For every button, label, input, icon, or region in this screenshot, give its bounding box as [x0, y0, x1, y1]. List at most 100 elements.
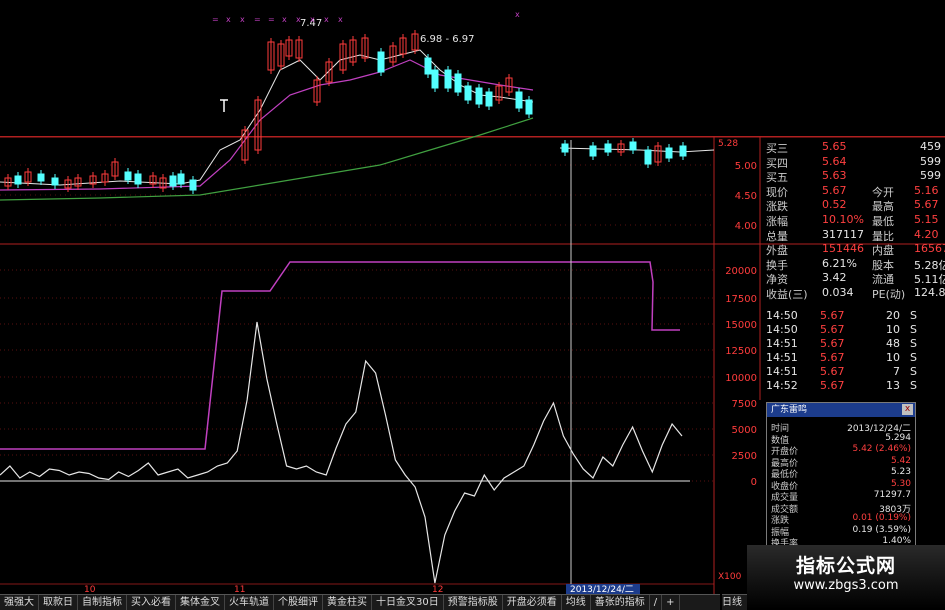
popup-value: 71297.7	[873, 490, 911, 500]
quote-row: 买五 5.63 599	[760, 169, 945, 185]
indicator-tab[interactable]: /	[650, 595, 663, 610]
popup-title: 广东雷鸣	[771, 405, 808, 415]
indicator-tab[interactable]: 预警指标股	[444, 595, 503, 610]
candle-body	[644, 149, 652, 165]
quote-label: 换手	[766, 258, 788, 272]
candle-body	[124, 171, 132, 181]
popup-value: 5.42	[890, 455, 911, 466]
tick-time: 14:51	[766, 364, 798, 378]
quote-row: 涨跌 0.52 最高 5.67	[760, 198, 945, 214]
popup-row: 最高价 5.42	[771, 455, 911, 469]
candle-body	[14, 175, 22, 185]
candle-body	[37, 173, 45, 182]
tick-volume: 13	[886, 378, 900, 392]
quote-extra-value: 5.15	[914, 213, 939, 226]
top-marker: =	[268, 15, 275, 24]
candle-body	[51, 177, 59, 186]
osc-tick: 15000	[725, 320, 757, 331]
watermark: 指标公式网 www.zbgs3.com	[747, 545, 945, 609]
price-tick: 5.00	[735, 161, 757, 172]
tick-side: S	[910, 350, 917, 364]
indicator-tab-bar: 强强大 取款日 自制指标 买入必看 集体金叉 火车轨道 个股细评 黄金柱买 十日金叉30日 预警指…	[0, 594, 720, 610]
tick-time: 14:51	[766, 336, 798, 350]
tick-side: S	[910, 364, 917, 378]
indicator-tab[interactable]: 十日金叉30日	[372, 595, 444, 610]
close-icon[interactable]: x	[902, 404, 913, 415]
indicator-tab[interactable]: 强强大	[0, 595, 39, 610]
quote-label: 买四	[766, 156, 788, 170]
step-line	[0, 261, 680, 450]
osc-tick: 2500	[732, 451, 757, 462]
price-axis-top: 5.28	[718, 139, 738, 149]
candle-body	[475, 87, 483, 105]
quote-row: 买三 5.65 459	[760, 140, 945, 155]
tick-row: 14:51 5.67 7 S	[760, 365, 945, 379]
data-window-popup[interactable]: 广东雷鸣 x 时间 2013/12/24/二 数值 5.294 开盘价 5.42 (2.4…	[766, 402, 916, 554]
quote-value: 6.21%	[822, 256, 857, 270]
candle-body	[177, 173, 185, 185]
indicator-tab[interactable]: 买入必看	[127, 595, 176, 610]
indicator-tab[interactable]: 个股细评	[274, 595, 323, 610]
quote-value: 151446	[822, 242, 864, 256]
tick-row: 14:50 5.67 20 S	[760, 309, 945, 323]
tick-row: 14:52 5.67 13 S	[760, 379, 945, 393]
ma5-line-right	[559, 147, 715, 153]
popup-row: 收盘价 5.30	[771, 479, 911, 492]
candle-body	[679, 145, 687, 157]
tick-volume: 10	[886, 322, 900, 336]
indicator-tab[interactable]: 均线	[562, 595, 591, 610]
oscillator-line	[0, 321, 683, 584]
period-label[interactable]: 日线	[722, 594, 747, 610]
indicator-tab[interactable]: 善张的指标	[591, 595, 650, 610]
indicator-tab[interactable]: 集体金叉	[176, 595, 225, 610]
top-marker: =	[212, 15, 219, 24]
quote-label: 买五	[766, 171, 788, 185]
popup-value: 0.01 (0.19%)	[852, 513, 911, 523]
top-marker: =	[254, 15, 261, 24]
quote-label: 现价	[766, 185, 788, 199]
indicator-tab[interactable]: 自制指标	[78, 595, 127, 610]
quote-extra-value: 5.28亿	[914, 258, 945, 272]
quote-extra-value: 165671	[914, 242, 945, 256]
candle-body	[515, 91, 523, 109]
popup-row: 时间 2013/12/24/二	[771, 421, 911, 434]
top-marker: x	[338, 15, 343, 24]
popup-row: 成交额 3803万	[771, 502, 911, 515]
price-tick: 4.00	[735, 221, 757, 232]
quote-extra-value: 5.67	[914, 198, 939, 212]
quote-value: 5.64	[822, 154, 847, 168]
price-tick: 4.50	[735, 191, 757, 202]
quote-value: 317117	[822, 227, 864, 241]
tick-volume: 48	[886, 336, 900, 350]
quote-value: 10.10%	[822, 213, 864, 226]
top-marker: x	[296, 15, 301, 24]
quote-label: 收益(三)	[766, 288, 808, 301]
quote-extra: 459	[920, 140, 941, 153]
quote-label: 涨幅	[766, 215, 788, 228]
quote-value: 5.65	[822, 140, 847, 153]
tick-price: 5.67	[820, 322, 845, 336]
indicator-tab[interactable]: +	[662, 595, 680, 610]
quote-extra: 最低	[872, 215, 894, 228]
candle-body	[589, 145, 597, 157]
quote-extra: 最高	[872, 200, 894, 214]
quote-extra: 流通	[872, 273, 894, 287]
osc-tick: 5000	[732, 425, 757, 436]
quote-row: 收益(三) 0.034 PE(动) 124.8	[760, 286, 945, 301]
candle-body	[134, 173, 142, 185]
tick-volume: 20	[886, 308, 900, 322]
top-marker: x	[515, 10, 520, 19]
quote-extra-value: 5.11亿	[914, 273, 945, 287]
indicator-tab[interactable]: 开盘必须看	[503, 595, 562, 610]
top-marker: x	[240, 15, 245, 24]
candle-body	[444, 69, 452, 89]
tick-time: 14:52	[766, 378, 798, 392]
candle-body	[525, 99, 533, 115]
candle-body	[604, 143, 612, 153]
popup-row: 最低价 5.23	[771, 467, 911, 480]
indicator-tab[interactable]: 火车轨道	[225, 595, 274, 610]
quote-row: 总量 317117 量比 4.20	[760, 227, 945, 243]
indicator-tab[interactable]: 黄金柱买	[323, 595, 372, 610]
popup-title-bar[interactable]: 广东雷鸣 x	[767, 403, 915, 417]
indicator-tab[interactable]: 取款日	[39, 595, 78, 610]
